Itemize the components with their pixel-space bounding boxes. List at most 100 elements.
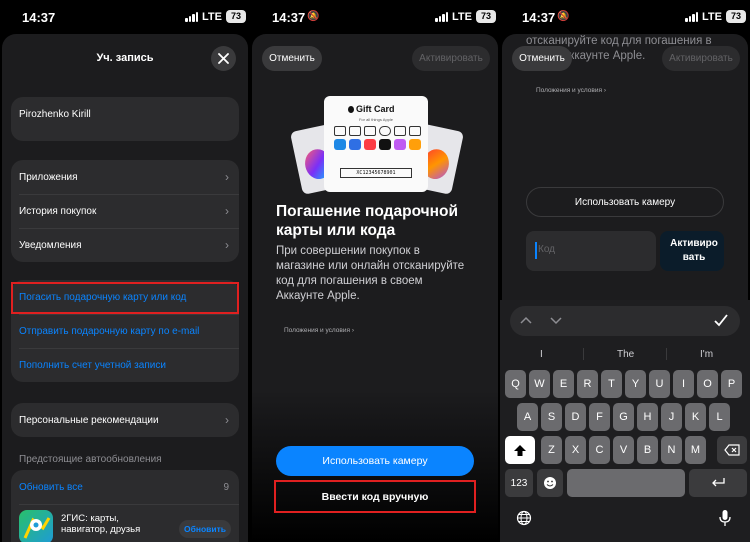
key[interactable]: G	[613, 403, 634, 431]
app-name: 2ГИС: карты, навигатор, друзья	[61, 513, 141, 535]
status-time: 14:37	[522, 10, 556, 25]
key[interactable]: W	[529, 370, 550, 398]
use-camera-button[interactable]: Использовать камеру	[526, 187, 724, 217]
shift-icon	[514, 444, 526, 456]
status-bar: 14:37 LTE 73	[0, 0, 250, 34]
emoji-key[interactable]	[537, 469, 563, 497]
key[interactable]: X	[565, 436, 586, 464]
chevron-up-icon[interactable]	[520, 316, 532, 325]
chevron-right-icon: ›	[225, 413, 229, 427]
space-key[interactable]	[567, 469, 685, 497]
network-label: LTE	[452, 11, 472, 23]
gift-card-sub: For all things Apple	[358, 117, 394, 122]
menu-item-notifications[interactable]: Уведомления ›	[11, 228, 239, 262]
highlight-box	[274, 480, 476, 513]
bell-slash-icon: 🔕	[557, 11, 570, 22]
use-camera-button[interactable]: Использовать камеру	[276, 446, 474, 476]
account-screen: 14:37 LTE 73 Уч. запись Pirozhenko Kiril…	[0, 0, 250, 542]
suggestion[interactable]: The	[617, 349, 634, 360]
key[interactable]: F	[589, 403, 610, 431]
manual-entry-screen: 14:37 🔕 LTE 73 отсканируйте код для пога…	[500, 0, 750, 542]
activate-button[interactable]: Активировать	[412, 46, 490, 71]
bell-slash-icon: 🔕	[307, 11, 320, 22]
numbers-key[interactable]: 123	[505, 469, 533, 497]
globe-icon[interactable]	[516, 510, 532, 526]
add-funds-link[interactable]: Пополнить счет учетной записи	[11, 348, 239, 382]
shift-key[interactable]	[505, 436, 535, 464]
cancel-button[interactable]: Отменить	[512, 46, 572, 71]
close-button[interactable]	[211, 46, 236, 71]
app-icon-2gis	[19, 510, 53, 542]
redeem-description: При совершении покупок в магазине или он…	[276, 245, 465, 302]
key[interactable]: H	[637, 403, 658, 431]
menu-item-label: История покупок	[19, 205, 97, 217]
update-all-label: Обновить все	[19, 481, 83, 493]
menu-item-apps[interactable]: Приложения ›	[11, 160, 239, 194]
key[interactable]: R	[577, 370, 598, 398]
user-card[interactable]: Pirozhenko Kirill	[11, 97, 239, 141]
key[interactable]: L	[709, 403, 730, 431]
keyboard: I The I'm Q W E R T Y U I O P A S D F G …	[500, 300, 750, 542]
activate-button[interactable]: Активировать	[662, 46, 740, 71]
status-time: 14:37	[22, 10, 56, 25]
redeem-screen: 14:37 🔕 LTE 73 Отменить Активировать Gif…	[250, 0, 500, 542]
network-label: LTE	[202, 11, 222, 23]
battery-icon: 73	[476, 10, 496, 23]
update-all-button[interactable]: Обновить все 9	[11, 470, 239, 504]
key-row-1: Q W E R T Y U I O P	[505, 370, 747, 398]
account-menu: Приложения › История покупок › Уведомления…	[11, 160, 239, 262]
menu-item-purchase-history[interactable]: История покупок ›	[11, 194, 239, 228]
user-name: Pirozhenko Kirill	[19, 109, 91, 120]
suggestion-bar: I The I'm	[500, 344, 750, 364]
key[interactable]: C	[589, 436, 610, 464]
terms-link[interactable]: Положения и условия ›	[284, 327, 354, 334]
key[interactable]: U	[649, 370, 670, 398]
key[interactable]: Z	[541, 436, 562, 464]
cancel-button[interactable]: Отменить	[262, 46, 322, 71]
status-bar: 14:37 🔕 LTE 73	[250, 0, 500, 34]
recommendations-row[interactable]: Персональные рекомендации ›	[11, 403, 239, 437]
key[interactable]: Q	[505, 370, 526, 398]
key[interactable]: N	[661, 436, 682, 464]
close-icon	[218, 53, 229, 64]
send-gift-card-link[interactable]: Отправить подарочную карту по e-mail	[11, 314, 239, 348]
return-key[interactable]	[689, 469, 747, 497]
key[interactable]: D	[565, 403, 586, 431]
suggestion[interactable]: I	[540, 349, 543, 360]
terms-link[interactable]: Положения и условия ›	[536, 87, 606, 94]
key[interactable]: V	[613, 436, 634, 464]
chevron-right-icon: ›	[225, 204, 229, 218]
activate-code-button[interactable]: Активировать	[660, 231, 724, 271]
key[interactable]: E	[553, 370, 574, 398]
key[interactable]: J	[661, 403, 682, 431]
key[interactable]: P	[721, 370, 742, 398]
text-cursor	[535, 242, 537, 259]
key[interactable]: T	[601, 370, 622, 398]
key[interactable]: O	[697, 370, 718, 398]
menu-item-label: Уведомления	[19, 239, 82, 251]
updates-group: Обновить все 9 2ГИС: карты, навигатор, др…	[11, 470, 239, 542]
update-app-button[interactable]: Обновить	[179, 520, 231, 538]
return-icon	[712, 478, 725, 487]
chevron-right-icon: ›	[225, 170, 229, 184]
key[interactable]: Y	[625, 370, 646, 398]
suggestion[interactable]: I'm	[700, 349, 713, 360]
gift-card-illustration: Gift Card For all things Apple XC1234567…	[289, 96, 465, 196]
key[interactable]: K	[685, 403, 706, 431]
checkmark-icon[interactable]	[714, 314, 728, 327]
microphone-icon[interactable]	[718, 509, 732, 527]
key[interactable]: M	[685, 436, 706, 464]
key-row-2: A S D F G H J K L	[517, 403, 737, 431]
key[interactable]: A	[517, 403, 538, 431]
signal-icon	[435, 12, 448, 22]
backspace-icon	[724, 444, 740, 456]
account-sheet: Уч. запись Pirozhenko Kirill Приложения ›…	[2, 34, 248, 542]
recommendations-label: Персональные рекомендации	[19, 414, 159, 426]
key[interactable]: B	[637, 436, 658, 464]
key[interactable]: I	[673, 370, 694, 398]
battery-icon: 73	[226, 10, 246, 23]
code-input[interactable]: Код	[526, 231, 656, 271]
backspace-key[interactable]	[717, 436, 747, 464]
chevron-down-icon[interactable]	[550, 316, 562, 325]
key[interactable]: S	[541, 403, 562, 431]
